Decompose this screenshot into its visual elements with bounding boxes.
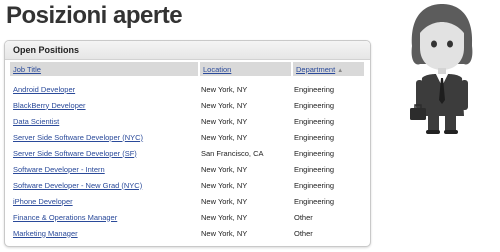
- table-row: iPhone Developer New York, NY Engineerin…: [10, 193, 364, 209]
- location-cell: New York, NY: [201, 132, 248, 142]
- table-row: Data Scientist New York, NY Engineering: [10, 113, 364, 129]
- location-cell: New York, NY: [201, 180, 248, 190]
- column-header-job-title[interactable]: Job Title: [10, 62, 198, 76]
- job-title-link[interactable]: Finance & Operations Manager: [13, 213, 117, 222]
- department-cell: Engineering: [294, 100, 335, 110]
- sort-by-location-link[interactable]: Location: [203, 65, 231, 74]
- table-header-row: Job Title Location Department ▲: [10, 62, 364, 76]
- sort-by-department-link[interactable]: Department: [296, 65, 335, 74]
- department-cell: Engineering: [294, 84, 335, 94]
- department-cell: Engineering: [294, 116, 335, 126]
- page-title: Posizioni aperte: [6, 2, 183, 29]
- department-cell: Other: [294, 228, 313, 238]
- table-row: BlackBerry Developer New York, NY Engine…: [10, 97, 364, 113]
- sort-arrow-icon[interactable]: ▲: [337, 68, 343, 74]
- businessman-avatar-icon: [410, 4, 473, 134]
- department-cell: Engineering: [294, 196, 335, 206]
- open-positions-panel: Open Positions Job Title Location Depart…: [4, 40, 371, 247]
- table-row: Finance & Operations Manager New York, N…: [10, 209, 364, 225]
- location-cell: New York, NY: [201, 116, 248, 126]
- table-row: Software Developer - Intern New York, NY…: [10, 161, 364, 177]
- department-cell: Engineering: [294, 148, 335, 158]
- sort-by-job-title-link[interactable]: Job Title: [13, 65, 41, 74]
- location-cell: New York, NY: [201, 196, 248, 206]
- job-title-link[interactable]: Software Developer - New Grad (NYC): [13, 181, 142, 190]
- table-row: Server Side Software Developer (NYC) New…: [10, 129, 364, 145]
- job-title-link[interactable]: Server Side Software Developer (SF): [13, 149, 137, 158]
- table-row: Marketing Manager New York, NY Other: [10, 225, 364, 241]
- job-title-link[interactable]: Software Developer - Intern: [13, 165, 105, 174]
- location-cell: San Francisco, CA: [201, 148, 264, 158]
- positions-table: Job Title Location Department ▲ Android D…: [10, 62, 364, 241]
- location-cell: New York, NY: [201, 164, 248, 174]
- column-header-location[interactable]: Location: [198, 62, 291, 76]
- job-title-link[interactable]: Android Developer: [13, 85, 75, 94]
- department-cell: Engineering: [294, 164, 335, 174]
- job-title-link[interactable]: iPhone Developer: [13, 197, 73, 206]
- table-row: Android Developer New York, NY Engineeri…: [10, 76, 364, 97]
- panel-title: Open Positions: [5, 41, 370, 60]
- location-cell: New York, NY: [201, 212, 248, 222]
- table-row: Server Side Software Developer (SF) San …: [10, 145, 364, 161]
- department-cell: Engineering: [294, 132, 335, 142]
- location-cell: New York, NY: [201, 228, 248, 238]
- job-title-link[interactable]: Marketing Manager: [13, 229, 78, 238]
- table-row: Software Developer - New Grad (NYC) New …: [10, 177, 364, 193]
- location-cell: New York, NY: [201, 100, 248, 110]
- job-title-link[interactable]: Server Side Software Developer (NYC): [13, 133, 143, 142]
- location-cell: New York, NY: [201, 84, 248, 94]
- job-title-link[interactable]: BlackBerry Developer: [13, 101, 86, 110]
- department-cell: Other: [294, 212, 313, 222]
- column-header-department[interactable]: Department ▲: [291, 62, 364, 76]
- department-cell: Engineering: [294, 180, 335, 190]
- job-title-link[interactable]: Data Scientist: [13, 117, 59, 126]
